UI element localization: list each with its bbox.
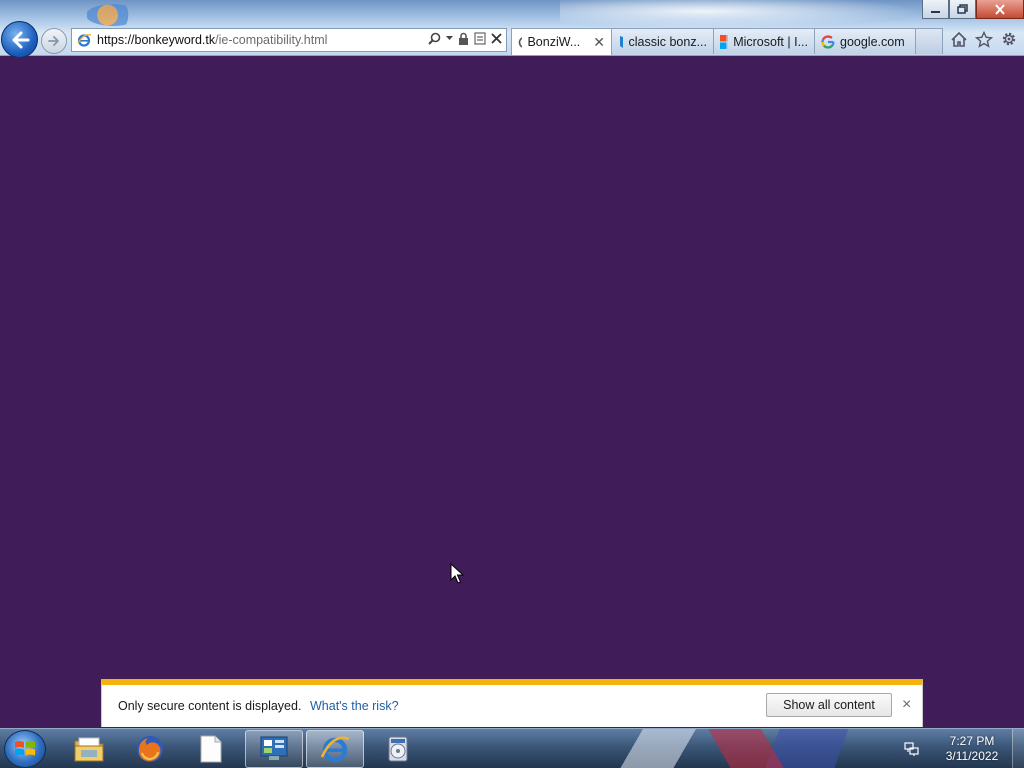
media-center-icon (388, 736, 408, 762)
notification-message: Only secure content is displayed. (118, 699, 302, 713)
taskbar-control-panel[interactable] (245, 730, 303, 768)
clock-time: 7:27 PM (949, 734, 995, 748)
page-content[interactable] (0, 57, 1024, 729)
wallpaper-logo-icon (86, 4, 140, 26)
show-all-content-button[interactable]: Show all content (766, 693, 892, 717)
clock[interactable]: 7:27 PM 3/11/2022 (932, 734, 1012, 764)
url-path: /ie-compatibility.html (215, 33, 328, 47)
back-button[interactable] (1, 21, 38, 58)
forward-button[interactable] (41, 28, 67, 54)
new-tab-button[interactable] (915, 28, 943, 54)
windows-logo-icon (15, 741, 35, 756)
taskbar-internet-explorer[interactable] (306, 730, 364, 768)
loading-spinner-icon (518, 36, 523, 48)
browser-chrome: https://bonkeyword.tk/ie-compatibility.h… (0, 0, 1024, 58)
back-arrow-icon (12, 31, 29, 48)
wallpaper-peek (590, 729, 920, 768)
show-desktop-button[interactable] (1012, 729, 1024, 768)
whats-the-risk-link[interactable]: What's the risk? (310, 699, 399, 713)
close-notification-icon[interactable]: × (902, 697, 911, 713)
close-window-button[interactable] (976, 0, 1024, 19)
start-button[interactable] (4, 730, 46, 768)
home-icon[interactable] (950, 30, 968, 48)
mixed-content-notification-bar: Only secure content is displayed. What's… (101, 679, 923, 727)
mouse-pointer-icon (450, 563, 464, 584)
clock-date: 3/11/2022 (945, 749, 999, 763)
taskbar-document[interactable] (182, 730, 240, 768)
tab-google[interactable]: google.com (814, 28, 916, 54)
stop-icon[interactable] (491, 33, 502, 44)
tab-bonziworld[interactable]: BonziW... ✕ (511, 28, 612, 55)
tab-label: BonziW... (527, 35, 581, 49)
taskbar: 7:27 PM 3/11/2022 (0, 728, 1024, 768)
tab-microsoft[interactable]: Microsoft | I... (713, 28, 815, 54)
search-icon[interactable] (428, 32, 441, 45)
dropdown-arrow-icon[interactable] (446, 36, 453, 41)
taskbar-media-center[interactable] (369, 730, 427, 768)
url-host: https://bonkeyword.tk (97, 33, 216, 47)
tab-label: classic bonz... (628, 34, 707, 49)
window-controls (922, 0, 1024, 19)
windows-explorer-icon (74, 737, 104, 762)
internet-explorer-icon (320, 736, 350, 763)
compatibility-view-icon[interactable] (474, 32, 486, 45)
forward-arrow-icon (48, 36, 59, 46)
address-bar-icons (428, 32, 502, 45)
taskbar-firefox[interactable] (121, 730, 179, 768)
tab-label: google.com (840, 34, 905, 49)
network-icon[interactable] (904, 741, 920, 757)
command-icons (950, 30, 1018, 48)
microsoft-logo-icon (720, 34, 729, 49)
tab-label: Microsoft | I... (733, 34, 808, 49)
tools-gear-icon[interactable] (1000, 30, 1018, 48)
tab-close-icon[interactable]: ✕ (593, 34, 605, 51)
bing-icon (620, 35, 624, 48)
minimize-button[interactable] (922, 0, 949, 19)
ie-page-icon (77, 33, 92, 47)
control-panel-icon (260, 736, 288, 760)
favorites-star-icon[interactable] (975, 30, 993, 48)
taskbar-explorer[interactable] (60, 730, 118, 768)
google-icon (821, 34, 835, 49)
system-tray: 7:27 PM 3/11/2022 (904, 729, 1024, 768)
blank-document-icon (200, 735, 222, 763)
tab-classic-bonzi[interactable]: classic bonz... (611, 28, 714, 54)
address-bar[interactable]: https://bonkeyword.tk/ie-compatibility.h… (71, 28, 507, 52)
tab-strip: BonziW... ✕ classic bonz... Microsoft | … (511, 28, 943, 55)
lock-icon[interactable] (458, 32, 469, 45)
firefox-icon (137, 736, 163, 762)
restore-button[interactable] (949, 0, 976, 19)
